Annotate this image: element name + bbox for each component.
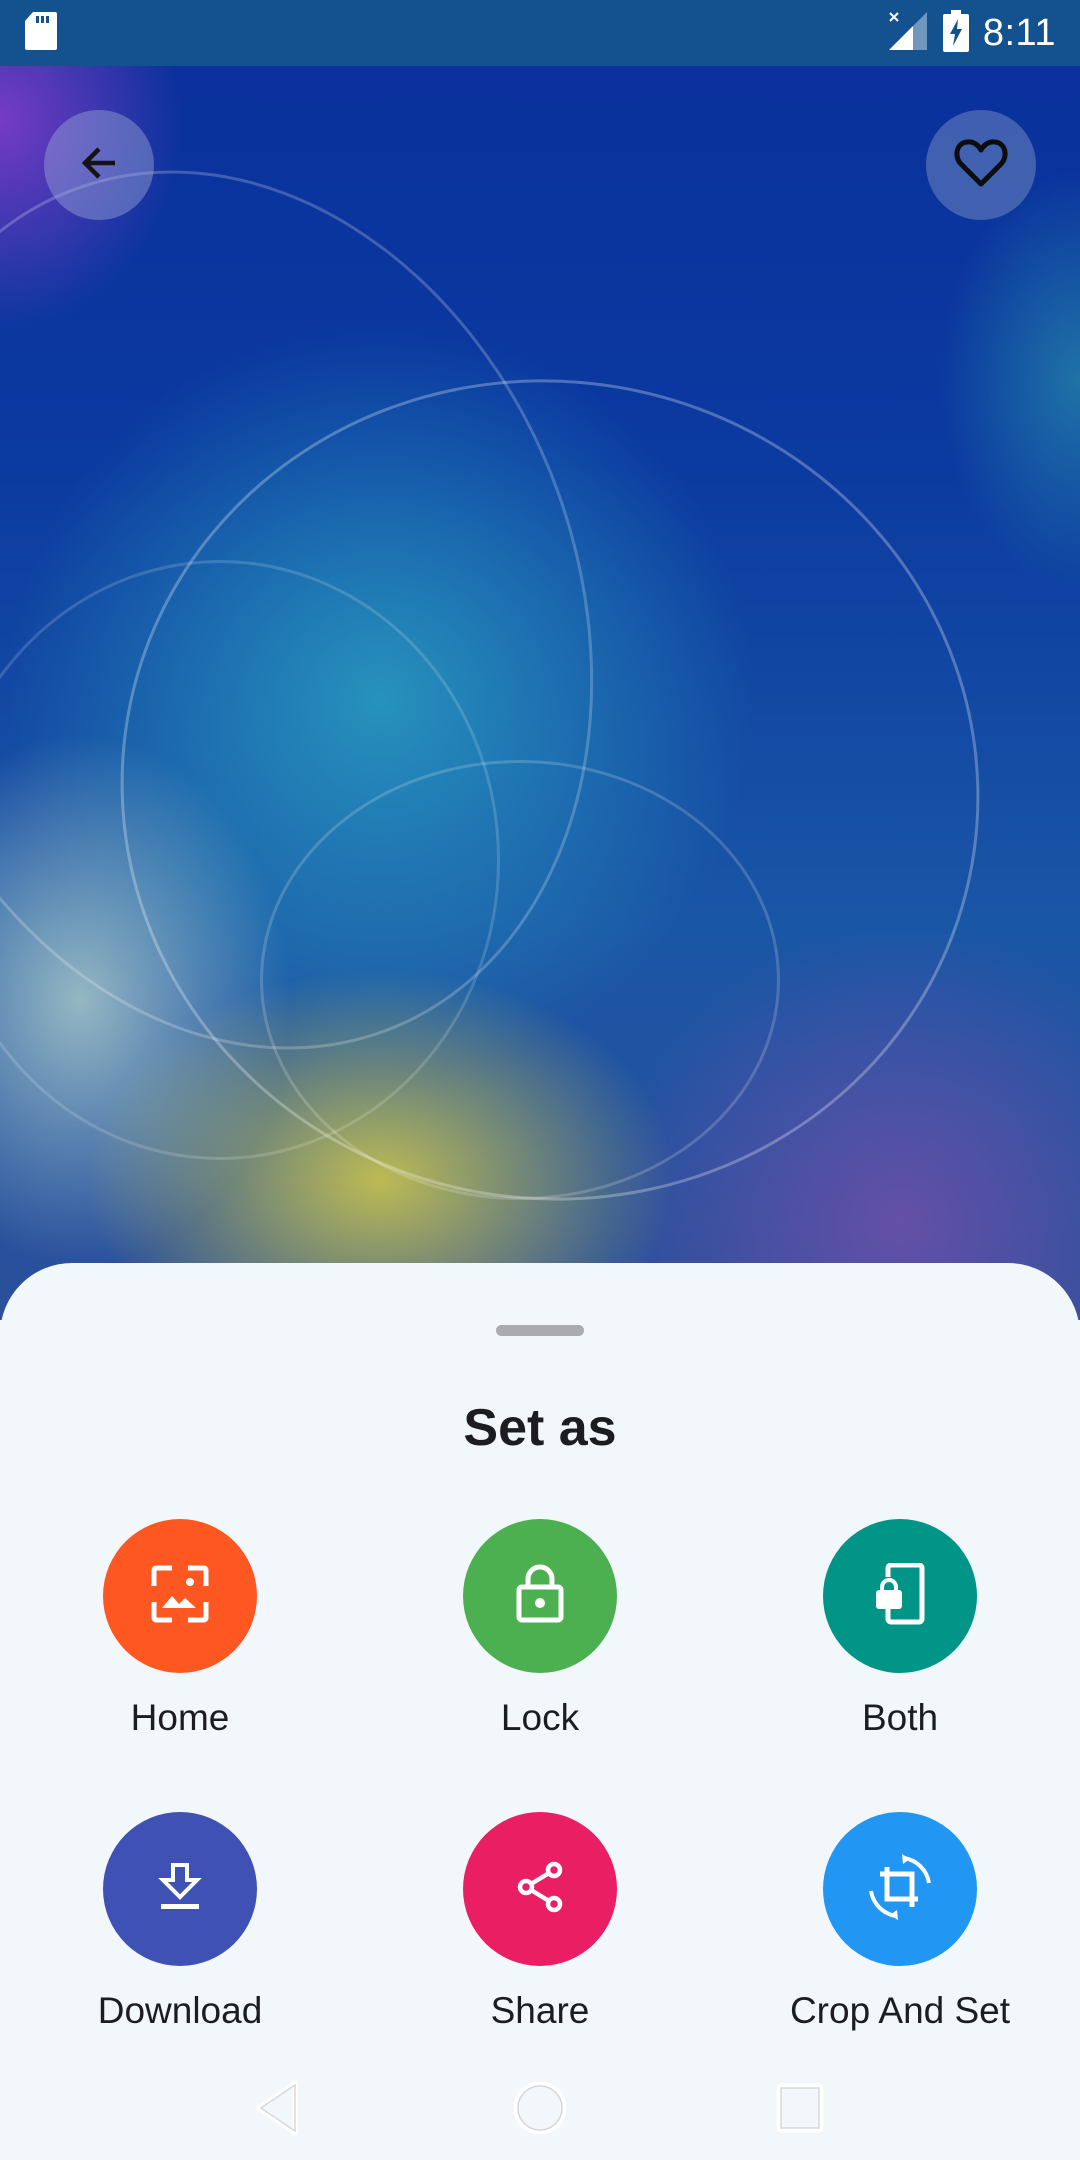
drag-handle[interactable] [496, 1325, 584, 1336]
option-crop-and-set-label: Crop And Set [789, 1990, 1011, 2031]
sd-card-icon [24, 11, 58, 56]
option-home[interactable]: Home [30, 1519, 330, 1739]
back-button[interactable] [44, 110, 154, 220]
nav-back-button[interactable] [240, 2070, 320, 2150]
favorite-button[interactable] [926, 110, 1036, 220]
option-both-label: Both [861, 1697, 939, 1738]
arrow-back-icon [75, 139, 123, 192]
nav-home-button[interactable] [500, 2070, 580, 2150]
option-both-circle[interactable] [823, 1519, 977, 1673]
nav-home-icon [512, 2080, 568, 2141]
lock-icon [515, 1564, 565, 1629]
nav-recents-button[interactable] [760, 2070, 840, 2150]
option-share-label: Share [490, 1990, 590, 2031]
set-as-bottom-sheet: Set as Home Lock Both Download Share Cro… [0, 1263, 1080, 2160]
status-time: 8:11 [982, 11, 1056, 54]
battery-charging-icon [942, 9, 969, 57]
signal-no-service-icon [887, 10, 929, 57]
nav-recents-icon [775, 2082, 825, 2139]
wallpaper-preview [0, 0, 1080, 1320]
sheet-title: Set as [463, 1399, 617, 1457]
option-share[interactable]: Share [390, 1812, 690, 2032]
crop-rotate-icon [866, 1853, 934, 1926]
option-download-label: Download [97, 1990, 263, 2031]
nav-back-icon [255, 2079, 305, 2142]
option-download[interactable]: Download [30, 1812, 330, 2032]
phone-lock-icon [875, 1562, 925, 1630]
status-bar: 8:11 [0, 0, 1080, 66]
option-crop-and-set[interactable]: Crop And Set [750, 1812, 1050, 2032]
option-home-circle[interactable] [103, 1519, 257, 1673]
download-icon [158, 1862, 202, 1917]
option-share-circle[interactable] [463, 1812, 617, 1966]
navigation-bar [0, 2060, 1080, 2160]
wallpaper-icon [150, 1564, 210, 1629]
option-home-label: Home [130, 1697, 230, 1738]
share-icon [512, 1859, 568, 1920]
option-both[interactable]: Both [750, 1519, 1050, 1739]
option-lock-label: Lock [500, 1697, 580, 1738]
option-lock-circle[interactable] [463, 1519, 617, 1673]
option-crop-circle[interactable] [823, 1812, 977, 1966]
option-lock[interactable]: Lock [390, 1519, 690, 1739]
heart-outline-icon [953, 137, 1009, 194]
option-download-circle[interactable] [103, 1812, 257, 1966]
